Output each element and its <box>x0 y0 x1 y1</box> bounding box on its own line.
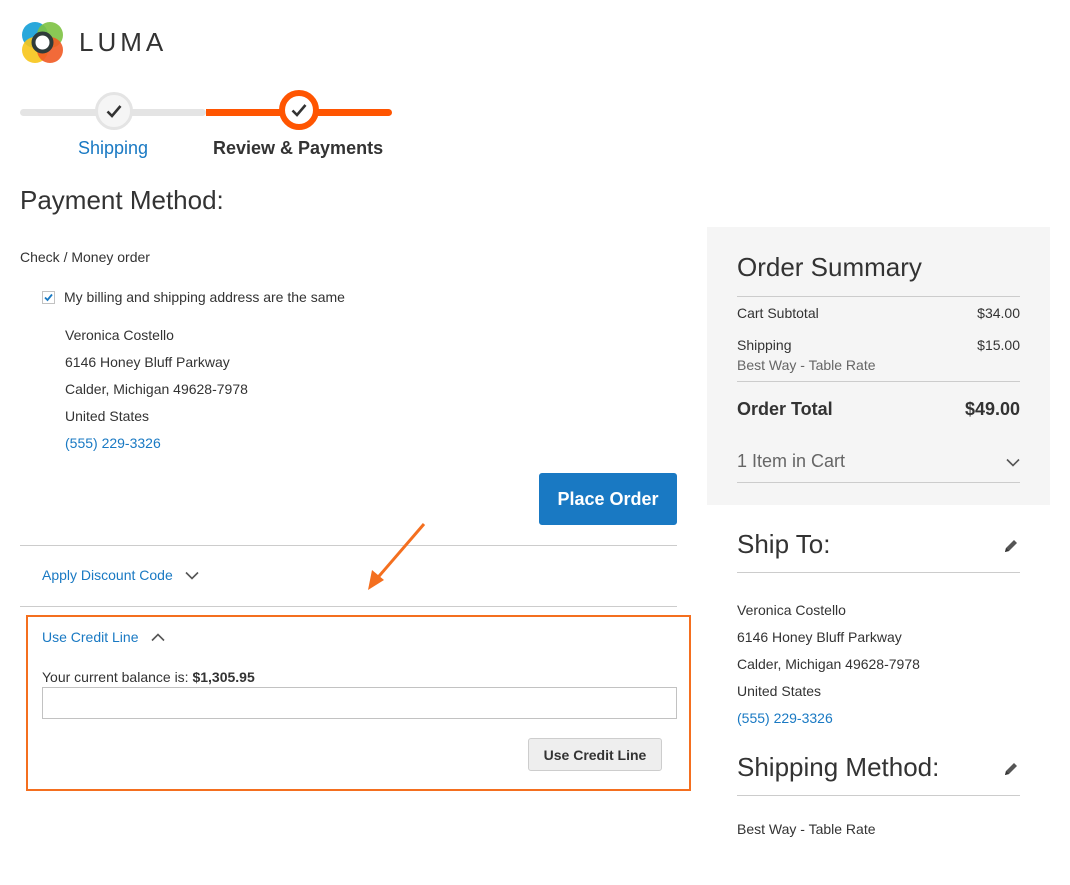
ship-to-city: Calder, Michigan 49628-7978 <box>737 656 920 672</box>
ship-to-country: United States <box>737 683 822 699</box>
shipping-row: Shipping $15.00 <box>737 337 1020 353</box>
brand-name: LUMA <box>79 27 168 57</box>
order-summary-title: Order Summary <box>737 252 922 282</box>
credit-balance-value: $1,305.95 <box>192 669 255 685</box>
luma-logo[interactable]: LUMA <box>20 20 167 65</box>
shipping-label: Shipping <box>737 337 792 353</box>
edit-shipping-method-pencil-icon[interactable] <box>1003 761 1019 782</box>
apply-discount-toggle[interactable]: Apply Discount Code <box>42 567 199 583</box>
apply-discount-label: Apply Discount Code <box>42 567 173 583</box>
chevron-up-icon <box>150 629 165 645</box>
step-review-checkmark-icon <box>279 90 319 130</box>
credit-balance-label: Your current balance is: <box>42 669 189 685</box>
divider <box>737 381 1020 382</box>
step-shipping-checkmark-icon <box>95 92 133 130</box>
step-shipping-link[interactable]: Shipping <box>78 138 148 159</box>
shipping-method-title: Shipping Method: <box>737 752 940 782</box>
annotation-arrow-icon <box>360 520 430 597</box>
checkout-progress: Shipping Review & Payments <box>20 88 392 158</box>
ship-to-address: Veronica Costello 6146 Honey Bluff Parkw… <box>737 597 920 732</box>
credit-balance: Your current balance is: $1,305.95 <box>42 669 255 685</box>
credit-line-input[interactable] <box>42 687 677 719</box>
divider <box>737 572 1020 573</box>
payment-method-name[interactable]: Check / Money order <box>20 249 150 265</box>
shipping-value: $15.00 <box>977 337 1020 353</box>
divider <box>20 606 677 607</box>
shipping-method-value: Best Way - Table Rate <box>737 821 876 837</box>
ship-to-name: Veronica Costello <box>737 602 846 618</box>
items-in-cart-toggle[interactable]: 1 Item in Cart <box>737 451 1020 472</box>
order-total-value: $49.00 <box>964 399 1020 419</box>
credit-line-title: Use Credit Line <box>42 629 139 645</box>
billing-address: Veronica Costello 6146 Honey Bluff Parkw… <box>65 322 248 457</box>
ship-to-phone-link[interactable]: (555) 229-3326 <box>737 705 920 732</box>
billing-city: Calder, Michigan 49628-7978 <box>65 381 248 397</box>
ship-to-title: Ship To: <box>737 529 831 559</box>
luma-logo-icon <box>20 20 65 65</box>
billing-country: United States <box>65 408 150 424</box>
shipping-method-note: Best Way - Table Rate <box>737 357 876 373</box>
divider <box>20 545 677 546</box>
billing-name: Veronica Costello <box>65 327 174 343</box>
use-credit-line-button[interactable]: Use Credit Line <box>528 738 662 771</box>
payment-method-title: Payment Method: <box>20 185 224 215</box>
billing-street: 6146 Honey Bluff Parkway <box>65 354 230 370</box>
order-total-row: Order Total $49.00 <box>737 399 1020 420</box>
items-in-cart-label: 1 Item in Cart <box>737 451 846 471</box>
cart-subtotal-value: $34.00 <box>977 305 1020 321</box>
order-summary: Order Summary Cart Subtotal $34.00 Shipp… <box>707 227 1050 505</box>
place-order-button[interactable]: Place Order <box>539 473 677 525</box>
billing-phone-link[interactable]: (555) 229-3326 <box>65 430 248 457</box>
checkmark-icon <box>44 293 53 301</box>
divider <box>737 795 1020 796</box>
billing-same-checkbox[interactable] <box>42 290 55 304</box>
billing-same-label: My billing and shipping address are the … <box>64 289 345 305</box>
credit-line-toggle[interactable]: Use Credit Line <box>42 629 165 645</box>
order-total-label: Order Total <box>737 399 833 419</box>
chevron-down-icon <box>1006 451 1020 472</box>
divider <box>737 482 1020 483</box>
ship-to-street: 6146 Honey Bluff Parkway <box>737 629 902 645</box>
divider <box>737 296 1020 297</box>
chevron-down-icon <box>185 567 199 583</box>
step-review-payments: Review & Payments <box>213 138 384 158</box>
billing-same-checkbox-row[interactable]: My billing and shipping address are the … <box>42 289 345 305</box>
cart-subtotal-label: Cart Subtotal <box>737 305 819 321</box>
cart-subtotal-row: Cart Subtotal $34.00 <box>737 305 1020 321</box>
edit-ship-to-pencil-icon[interactable] <box>1003 538 1019 559</box>
credit-line-section: Use Credit Line Your current balance is:… <box>26 615 691 791</box>
